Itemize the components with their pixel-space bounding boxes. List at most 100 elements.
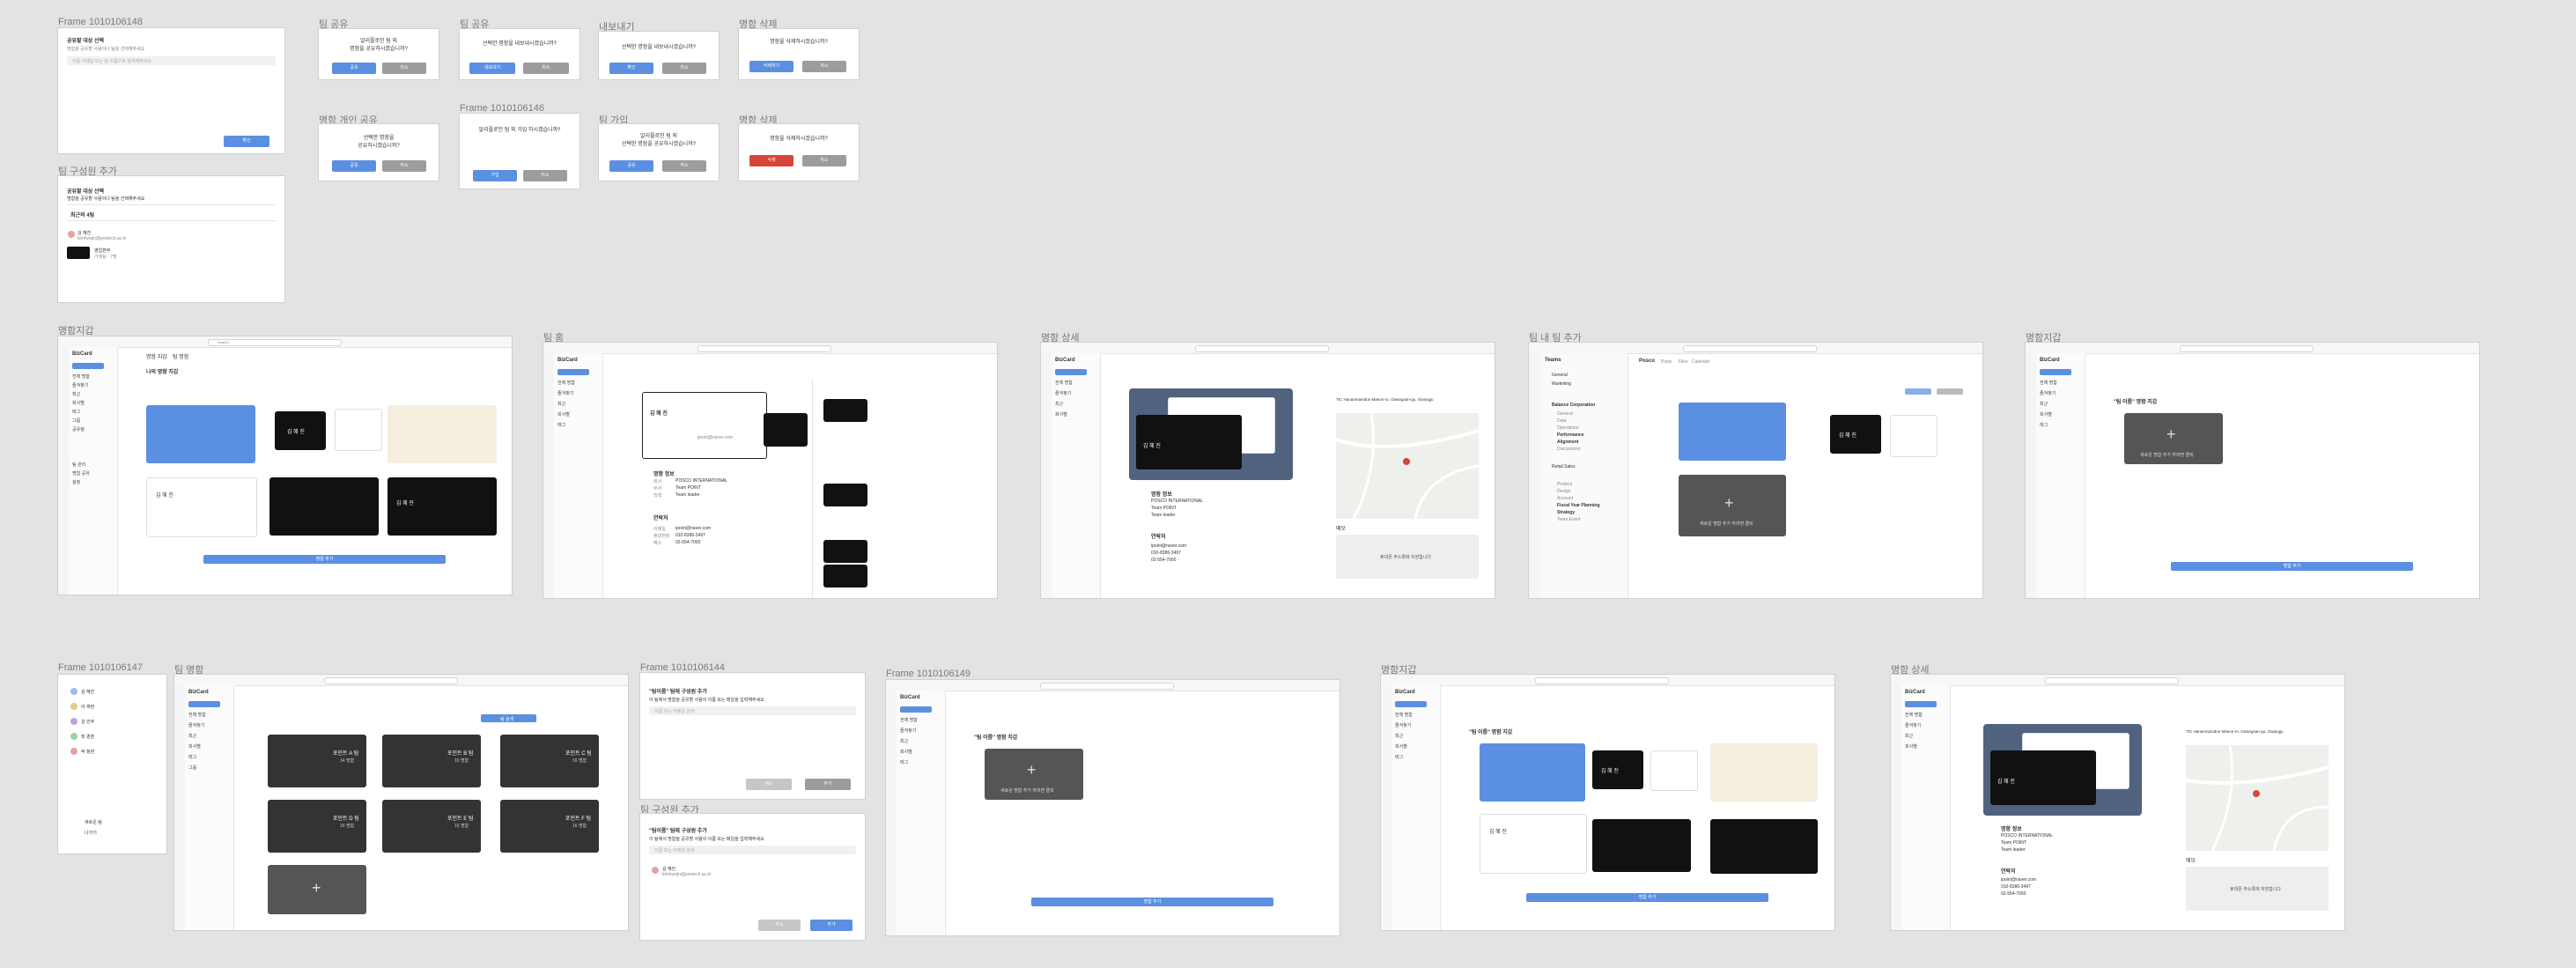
nav-item[interactable]: 즐겨찾기	[1395, 722, 1411, 728]
add-card-button[interactable]	[1395, 701, 1427, 707]
business-card[interactable]	[823, 540, 867, 563]
add-card-button[interactable]: 명함 추가	[203, 555, 446, 564]
team-card[interactable]: 포인트 A 팀 14 명함	[268, 735, 366, 787]
search-input[interactable]: Search	[208, 339, 342, 346]
nav-item[interactable]: 회사별	[1055, 411, 1067, 417]
nav-item[interactable]: 전체 명함	[72, 373, 90, 380]
add-card-button[interactable]	[557, 369, 589, 375]
business-card[interactable]: 김 혜 진	[146, 477, 257, 537]
confirm-button[interactable]: 확인	[609, 63, 653, 74]
channel-item[interactable]: Alignment	[1557, 440, 1578, 445]
nav-item[interactable]: 그룹	[188, 765, 196, 771]
team-item[interactable]: Balance Corporation	[1552, 403, 1595, 408]
member-name[interactable]: 박 정현	[81, 749, 94, 755]
business-card[interactable]	[388, 405, 497, 463]
nav-item[interactable]: 태그	[72, 409, 80, 415]
member-search-input[interactable]: 이름 또는 이메일 검색	[649, 706, 856, 715]
team-card[interactable]: 포인트 F 팀 16 명함	[500, 800, 599, 853]
channel-item[interactable]: Operations	[1557, 425, 1578, 431]
business-card[interactable]: 김 혜 진	[1480, 814, 1587, 874]
search-input[interactable]: 이름 이메일 또는 팀 이름으로 검색해주세요	[67, 56, 276, 65]
business-card[interactable]	[1650, 750, 1698, 791]
cancel-button[interactable]: 취소	[802, 155, 846, 166]
nav-item[interactable]: 최근	[2040, 401, 2048, 407]
nav-item[interactable]: 팀 관리	[72, 462, 85, 468]
nav-item[interactable]: 즐겨찾기	[72, 382, 88, 388]
add-card-button[interactable]: 명함 추가	[1031, 898, 1273, 906]
search-input[interactable]	[2045, 677, 2179, 684]
team-card[interactable]: 포인트 B 팀 16 명함	[382, 735, 481, 787]
business-card[interactable]	[1890, 415, 1938, 457]
nav-item[interactable]: 회사별	[900, 749, 912, 755]
nav-item[interactable]: 전체 명함	[1395, 712, 1413, 718]
business-card[interactable]: 김 혜 진 ipoint@naver.com	[642, 392, 767, 459]
delete-button[interactable]: 삭제	[749, 155, 793, 166]
business-card[interactable]	[335, 409, 382, 451]
business-card[interactable]	[1710, 743, 1818, 802]
search-input[interactable]	[698, 345, 831, 352]
business-card[interactable]	[1679, 403, 1786, 461]
nav-item[interactable]: 최근	[188, 733, 196, 739]
add-card-button[interactable]	[900, 706, 932, 713]
cancel-button[interactable]: 취소	[382, 160, 426, 172]
save-contacts-button[interactable]: 휴대폰 주소록에 저장합니다	[1336, 535, 1479, 579]
channel-item[interactable]: Data	[1557, 418, 1567, 424]
business-card[interactable]	[1592, 819, 1691, 872]
channel-item[interactable]: Strategy	[1557, 510, 1575, 515]
team-cards-badge[interactable]	[1905, 388, 1931, 395]
search-input[interactable]	[1195, 345, 1329, 352]
team-card[interactable]: 포인트 C 팀 16 명함	[500, 735, 599, 787]
nav-item[interactable]: 태그	[188, 754, 196, 760]
member-search-input[interactable]: 이름 또는 이메일 검색	[649, 846, 856, 854]
nav-item[interactable]: 설정	[72, 479, 80, 485]
new-team-button[interactable]: 새로운 팀	[85, 819, 102, 825]
member-name[interactable]: 김 혜진	[81, 689, 94, 695]
business-card[interactable]	[823, 484, 867, 506]
search-input[interactable]	[2180, 345, 2314, 352]
channel-item[interactable]: Discussions	[1557, 447, 1581, 452]
nav-item[interactable]: 회사별	[557, 411, 570, 417]
add-button[interactable]: 추가	[810, 920, 853, 931]
member-name[interactable]: 최 경훈	[81, 734, 94, 740]
add-card-placeholder[interactable]: + 새로운 명함 추가 하려면 클릭	[985, 749, 1083, 800]
nav-item[interactable]: 최근	[1905, 733, 1913, 739]
add-card-button[interactable]: 명함 추가	[2171, 562, 2413, 571]
team-card[interactable]: 포인트 E 팀 16 명함	[382, 800, 481, 853]
cancel-button[interactable]: 취소	[746, 779, 792, 790]
map-view[interactable]	[2186, 745, 2329, 851]
channel-item[interactable]: Design	[1557, 489, 1571, 494]
add-card-button[interactable]	[2040, 369, 2071, 375]
nav-item[interactable]: 회사별	[1905, 743, 1917, 750]
add-card-placeholder[interactable]: + 새로운 명함 추가 하려면 클릭	[1679, 475, 1786, 536]
business-card[interactable]	[823, 399, 867, 422]
add-card-button[interactable]	[72, 363, 104, 369]
team-search-button[interactable]: 팀 검색	[481, 714, 536, 722]
cancel-button[interactable]: 취소	[382, 63, 426, 74]
nav-item[interactable]: 즐겨찾기	[557, 390, 573, 396]
team-item[interactable]: Retail Sales	[1552, 464, 1576, 469]
channel-item[interactable]: Fiscal Year Planning	[1557, 503, 1600, 508]
business-card[interactable]: 김 혜 진	[1592, 750, 1643, 789]
cancel-button[interactable]: 취소	[523, 63, 569, 74]
export-button[interactable]: 내보내기	[469, 63, 515, 74]
nav-item[interactable]: 태그	[1395, 754, 1403, 760]
nav-item[interactable]: 전체 명함	[1905, 712, 1923, 718]
nav-item[interactable]: 최근	[900, 738, 908, 744]
share-button[interactable]: 공유	[332, 160, 376, 172]
nav-item[interactable]: 즐겨찾기	[900, 728, 916, 734]
nav-item[interactable]: 최근	[557, 401, 565, 407]
cancel-button[interactable]: 취소	[523, 170, 567, 181]
nav-item[interactable]: 명함 공유	[72, 470, 90, 477]
delete-button[interactable]: 삭제하기	[749, 61, 793, 72]
business-card[interactable]	[146, 405, 255, 463]
channel-item[interactable]: Performance	[1557, 432, 1584, 438]
nav-item[interactable]: 회사별	[1395, 743, 1407, 750]
share-button[interactable]: 공유	[332, 63, 376, 74]
cancel-button[interactable]: 취소	[662, 63, 706, 74]
add-card-button[interactable]: 명함 추가	[1526, 893, 1768, 902]
nav-item[interactable]: 전체 명함	[188, 712, 206, 718]
add-team-placeholder[interactable]: +	[268, 865, 366, 914]
save-contacts-button[interactable]: 휴대폰 주소록에 저장합니다	[2186, 867, 2329, 911]
add-card-placeholder[interactable]: + 새로운 명함 추가 하려면 클릭	[2124, 413, 2223, 464]
nav-item[interactable]: 최근	[72, 391, 80, 397]
